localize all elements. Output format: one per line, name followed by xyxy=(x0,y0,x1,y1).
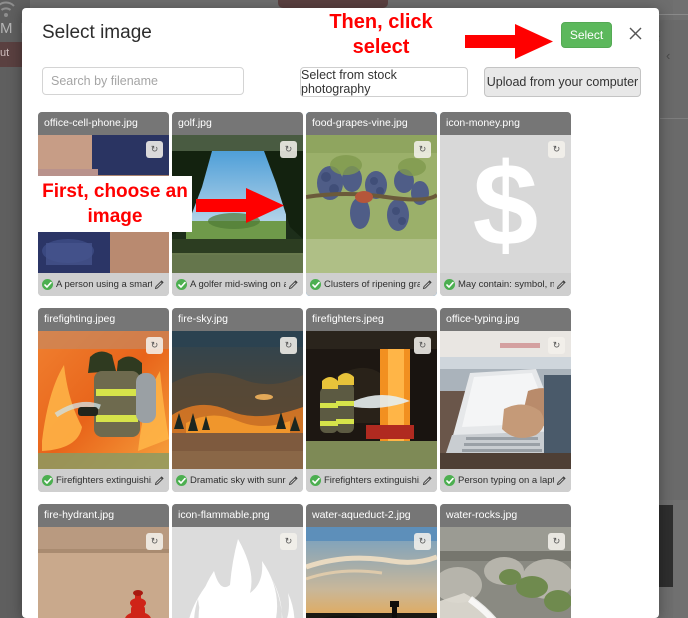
pencil-icon[interactable] xyxy=(154,475,165,486)
image-caption-bar: Dramatic sky with sunra... xyxy=(172,469,303,492)
image-filename: firefighters.jpeg xyxy=(306,308,437,331)
rotate-icon[interactable]: ↻ xyxy=(414,337,431,354)
alt-text: May contain: symbol, nu... xyxy=(458,279,554,290)
image-caption-bar: Firefighters extinguishi... xyxy=(306,469,437,492)
image-card[interactable]: firefighters.jpeg ↻ Firefighters extingu… xyxy=(306,308,437,492)
rotate-icon[interactable]: ↻ xyxy=(146,141,163,158)
image-filename: office-cell-phone.jpg xyxy=(38,112,169,135)
image-card[interactable]: icon-flammable.png ↻ xyxy=(172,504,303,618)
check-icon xyxy=(42,279,53,290)
image-caption-bar: A person using a smartp... xyxy=(38,273,169,296)
pencil-icon[interactable] xyxy=(288,279,299,290)
select-from-stock-button[interactable]: Select from stock photography xyxy=(300,67,468,97)
rotate-icon[interactable]: ↻ xyxy=(548,141,565,158)
dialog-header: Select image Select xyxy=(22,8,659,60)
rotate-icon[interactable]: ↻ xyxy=(414,533,431,550)
image-filename: icon-money.png xyxy=(440,112,571,135)
image-filename: water-rocks.jpg xyxy=(440,504,571,527)
check-icon xyxy=(176,475,187,486)
alt-text: Person typing on a lapto... xyxy=(458,475,554,486)
background-top-button[interactable] xyxy=(278,0,388,8)
alt-text: Firefighters extinguishi... xyxy=(56,475,152,486)
rotate-icon[interactable]: ↻ xyxy=(146,337,163,354)
select-button[interactable]: Select xyxy=(561,22,612,48)
svg-text:$: $ xyxy=(473,139,539,271)
image-filename: office-typing.jpg xyxy=(440,308,571,331)
rotate-icon[interactable]: ↻ xyxy=(280,141,297,158)
image-card[interactable]: golf.jpg ↻ A golfer mid-swing on a ... xyxy=(172,112,303,296)
pencil-icon[interactable] xyxy=(556,279,567,290)
alt-text: A golfer mid-swing on a ... xyxy=(190,279,286,290)
image-filename: water-aqueduct-2.jpg xyxy=(306,504,437,527)
rotate-icon[interactable]: ↻ xyxy=(414,141,431,158)
image-filename: fire-sky.jpg xyxy=(172,308,303,331)
chevron-left-icon: ‹ xyxy=(666,48,671,63)
image-caption-bar: May contain: symbol, nu... xyxy=(440,273,571,296)
pencil-icon[interactable] xyxy=(422,475,433,486)
search-input[interactable] xyxy=(42,67,244,95)
image-card[interactable]: office-typing.jpg ↻ Person typing on a l… xyxy=(440,308,571,492)
image-card[interactable]: office-cell-phone.jpg ↻ A person using a… xyxy=(38,112,169,296)
alt-text: Clusters of ripening gra... xyxy=(324,279,420,290)
check-icon xyxy=(444,279,455,290)
image-caption-bar: Person typing on a lapto... xyxy=(440,469,571,492)
background-right-panel xyxy=(654,20,688,500)
check-icon xyxy=(310,279,321,290)
dialog-toolbar: Select from stock photography Upload fro… xyxy=(22,63,659,101)
image-filename: fire-hydrant.jpg xyxy=(38,504,169,527)
image-caption-bar: Clusters of ripening gra... xyxy=(306,273,437,296)
image-caption-bar: Firefighters extinguishi... xyxy=(38,469,169,492)
background-nav-label[interactable]: ut xyxy=(0,47,9,59)
pencil-icon[interactable] xyxy=(288,475,299,486)
check-icon xyxy=(42,475,53,486)
alt-text: Firefighters extinguishi... xyxy=(324,475,420,486)
check-icon xyxy=(176,279,187,290)
alt-text: A person using a smartp... xyxy=(56,279,152,290)
image-filename: food-grapes-vine.jpg xyxy=(306,112,437,135)
image-card[interactable]: icon-money.png $ ↻ May contain: symbol, n… xyxy=(440,112,571,296)
check-icon xyxy=(310,475,321,486)
image-filename: icon-flammable.png xyxy=(172,504,303,527)
rotate-icon[interactable]: ↻ xyxy=(146,533,163,550)
image-card[interactable]: fire-sky.jpg ↻ Dramatic sky with sunra..… xyxy=(172,308,303,492)
pencil-icon[interactable] xyxy=(154,279,165,290)
rotate-icon[interactable]: ↻ xyxy=(548,337,565,354)
background-divider xyxy=(660,118,688,119)
close-icon[interactable] xyxy=(625,23,645,43)
image-grid: office-cell-phone.jpg ↻ A person using a… xyxy=(22,112,659,618)
image-caption-bar: A golfer mid-swing on a ... xyxy=(172,273,303,296)
rotate-icon[interactable]: ↻ xyxy=(280,337,297,354)
image-filename: firefighting.jpeg xyxy=(38,308,169,331)
image-card[interactable]: water-rocks.jpg ↻ xyxy=(440,504,571,618)
image-filename: golf.jpg xyxy=(172,112,303,135)
pencil-icon[interactable] xyxy=(422,279,433,290)
check-icon xyxy=(444,475,455,486)
image-card[interactable]: firefighting.jpeg ↻ Firefighters extingu… xyxy=(38,308,169,492)
image-card[interactable]: water-aqueduct-2.jpg ↻ xyxy=(306,504,437,618)
alt-text: Dramatic sky with sunra... xyxy=(190,475,286,486)
background-divider-top xyxy=(655,14,688,15)
upload-from-computer-button[interactable]: Upload from your computer xyxy=(484,67,641,97)
pencil-icon[interactable] xyxy=(556,475,567,486)
select-image-dialog: Select image Select Select from stock ph… xyxy=(22,8,659,618)
page-title: Select image xyxy=(42,22,152,43)
rotate-icon[interactable]: ↻ xyxy=(280,533,297,550)
image-card[interactable]: food-grapes-vine.jpg ↻ Clusters of ripen… xyxy=(306,112,437,296)
rotate-icon[interactable]: ↻ xyxy=(548,533,565,550)
image-card[interactable]: fire-hydrant.jpg ↻ xyxy=(38,504,169,618)
